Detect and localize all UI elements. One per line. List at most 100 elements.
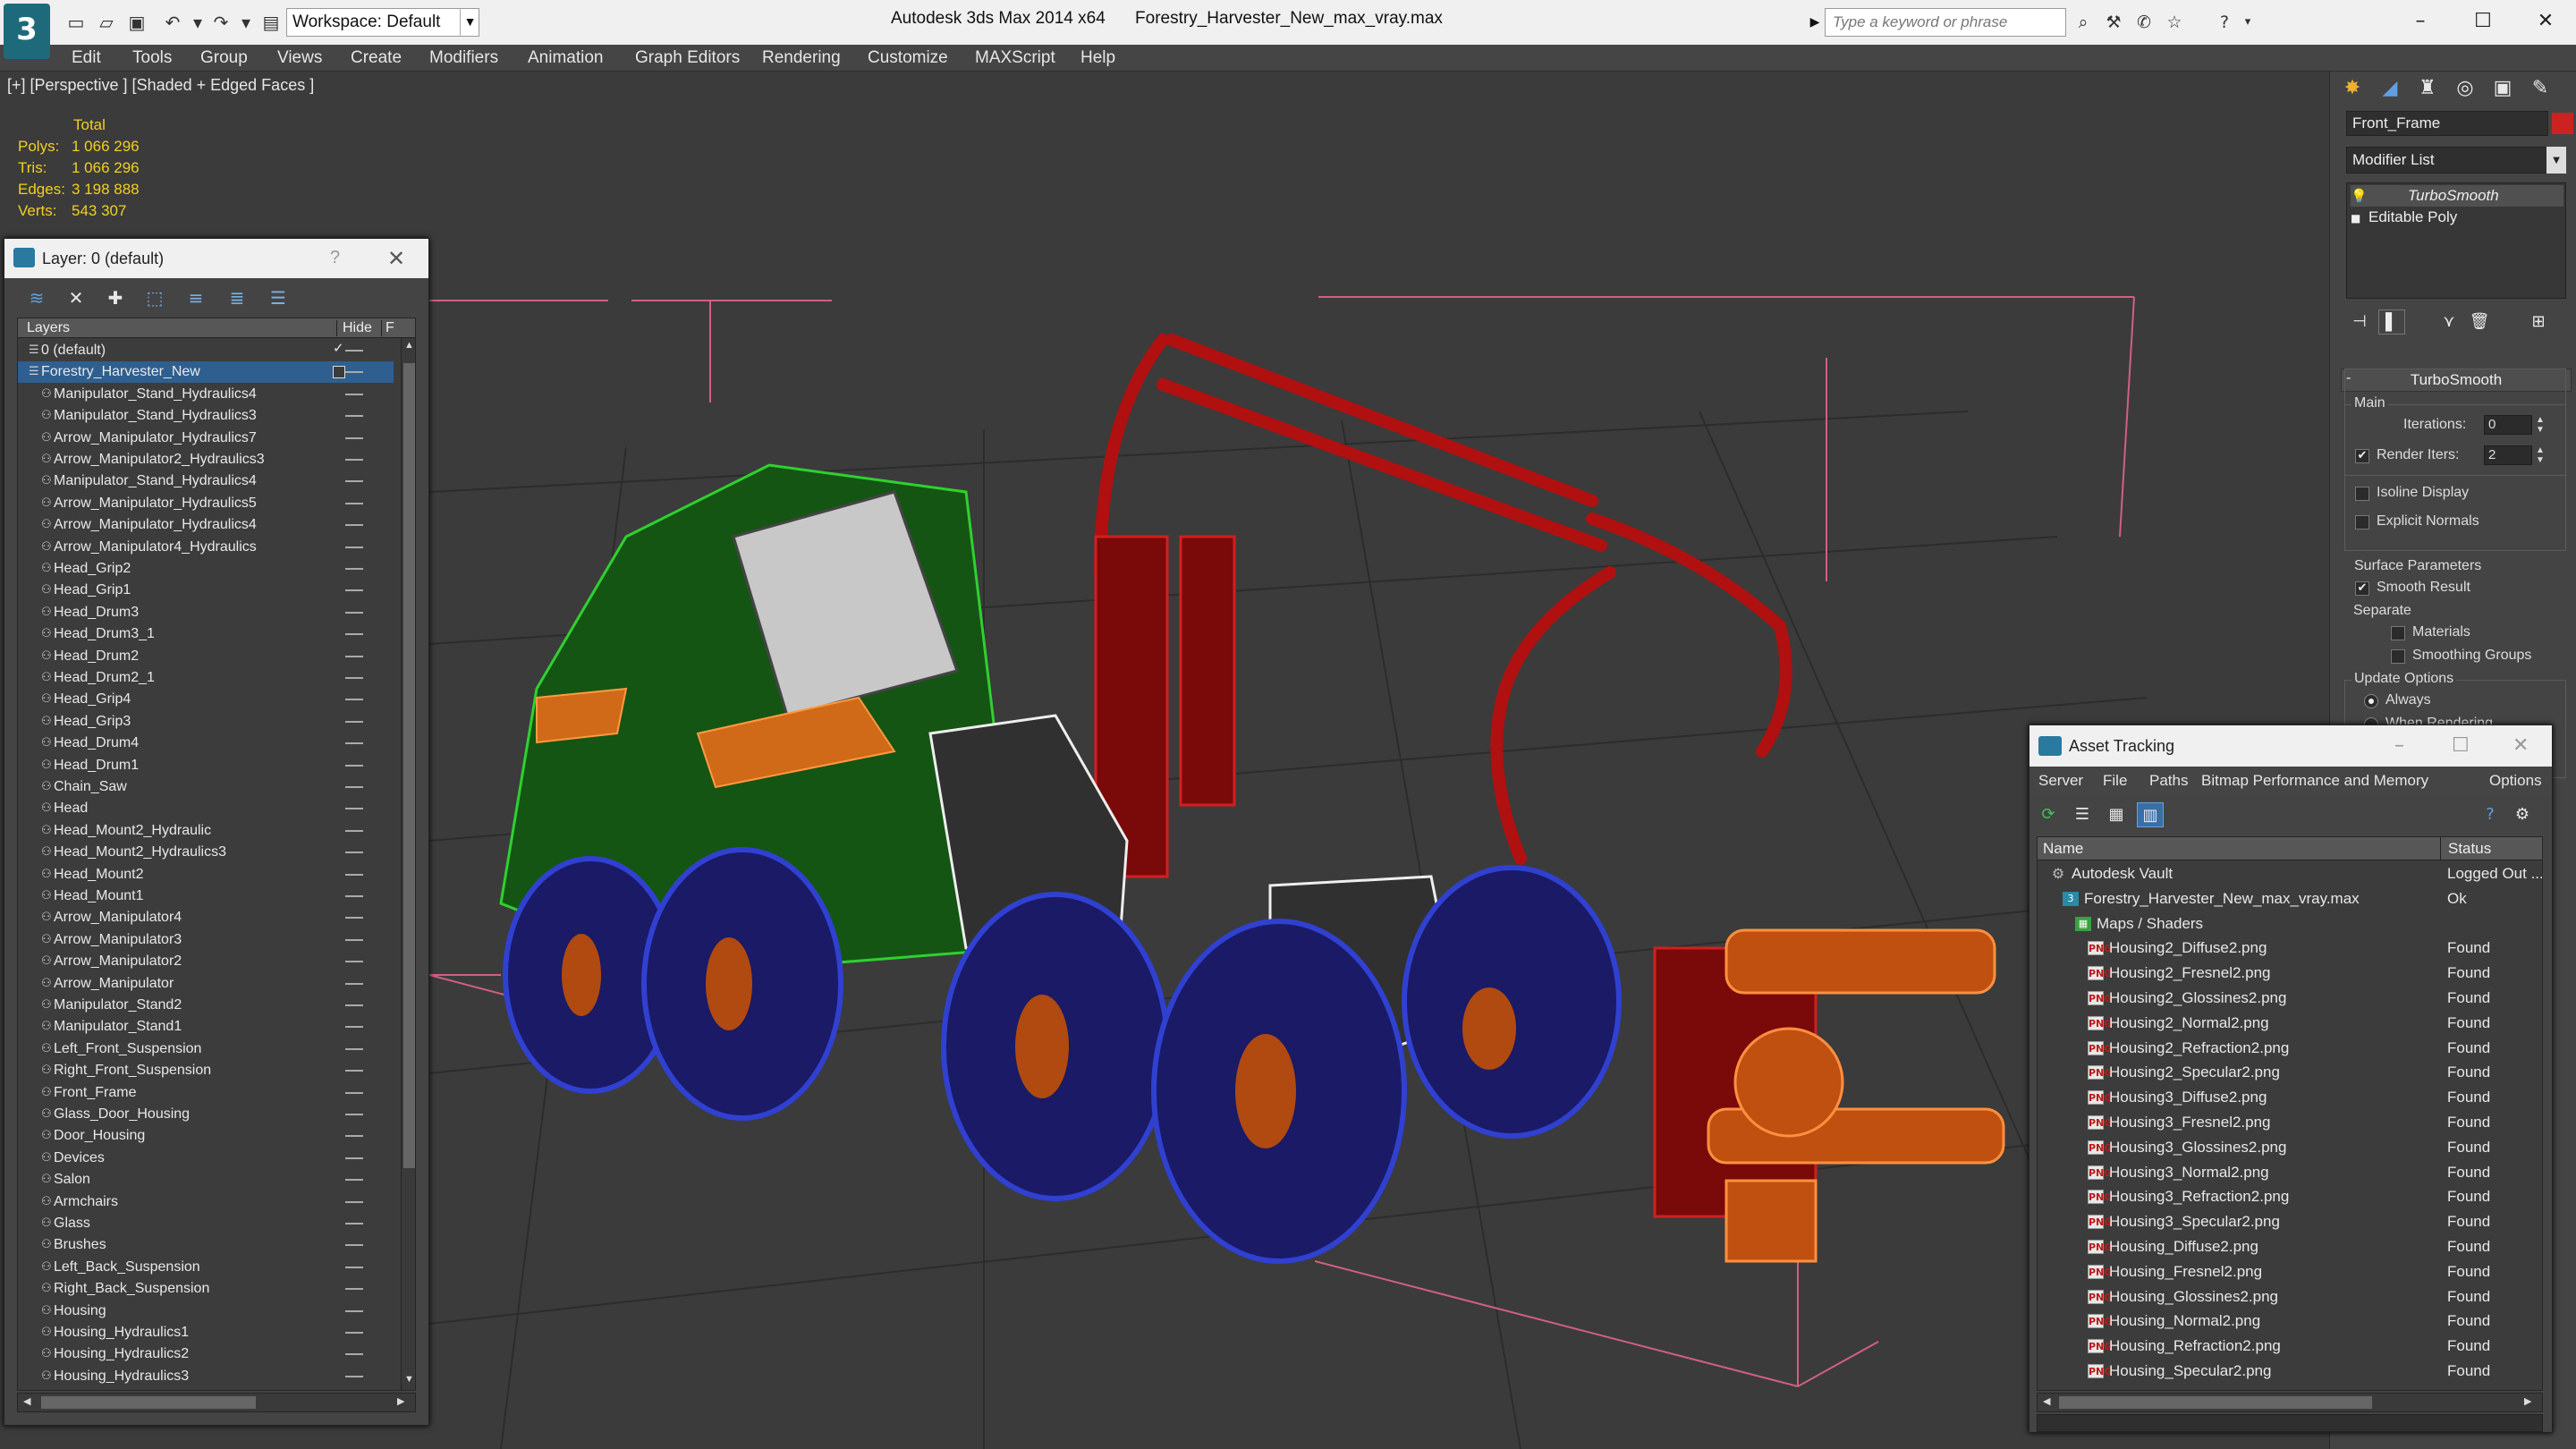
hide-toggle[interactable] [345,1026,363,1029]
menu-bitmap-performance[interactable]: Bitmap Performance and Memory [2201,772,2428,790]
modify-tab-icon[interactable]: ◢ [2375,73,2405,104]
layer-row[interactable]: ⚇ Head_Mount1 [18,886,394,907]
hide-toggle[interactable] [345,1332,363,1334]
menu-graph-editors[interactable]: Graph Editors [635,48,740,68]
settings-gear-icon[interactable]: ⚙ [2509,802,2536,827]
layer-row[interactable]: ⚇ Head_Drum2 [18,646,394,667]
column-status[interactable]: Status [2440,837,2491,860]
layer-row[interactable]: ⚇ Manipulator_Stand_Hydraulics4 [18,470,394,492]
menu-options[interactable]: Options [2489,772,2542,790]
subscription-icon[interactable]: ⚒ [2102,11,2125,34]
viewport-label-menu[interactable]: [+] [Perspective ] [Shaded + Edged Faces… [7,76,314,95]
hide-toggle[interactable] [345,1223,363,1224]
help-icon[interactable]: ? [2477,802,2504,827]
layer-row[interactable]: ⚇ Arrow_Manipulator2 [18,951,394,972]
layer-row[interactable]: ⚇ Left_Front_Suspension [18,1038,394,1060]
asset-row[interactable]: ⚙ Autodesk Vault Logged Out ... [2038,862,2542,886]
layer-row[interactable]: ☰ Forestry_Harvester_New [18,361,394,384]
layer-row[interactable]: ⚇ Arrow_Manipulator4 [18,907,394,928]
asset-row[interactable]: PNG Housing2_Specular2.png Found [2038,1061,2542,1084]
asset-row[interactable]: PNG Housing3_Fresnel2.png Found [2038,1111,2542,1134]
layer-row[interactable]: ⚇ Housing_Hydraulics2 [18,1343,394,1365]
layer-row[interactable]: ⚇ Arrow_Manipulator2_Hydraulics3 [18,449,394,470]
layer-row[interactable]: ⚇Housing_Hydraulics4 [18,1387,394,1390]
hide-toggle[interactable] [345,350,363,352]
object-color-swatch[interactable] [2552,113,2573,134]
grid-view-icon[interactable]: ▥ [2137,802,2164,827]
active-layer-check-icon[interactable]: ✓ [333,340,344,356]
layer-row[interactable]: ☰ 0 (default) ✓ [18,340,394,361]
configure-modifier-sets-icon[interactable]: ⊞ [2525,309,2552,335]
communication-icon[interactable]: ✆ [2132,11,2156,34]
asset-row[interactable]: ▦ Maps / Shaders [2038,912,2542,936]
asset-row[interactable]: PNG Housing_Diffuse2.png Found [2038,1235,2542,1258]
hide-toggle[interactable] [345,1070,363,1072]
hide-toggle[interactable] [345,655,363,657]
hide-toggle[interactable] [345,1004,363,1006]
asset-row[interactable]: PNG Housing2_Diffuse2.png Found [2038,936,2542,960]
hide-toggle[interactable] [345,895,363,897]
hide-toggle[interactable] [345,852,363,854]
layer-row[interactable]: ⚇ Right_Front_Suspension [18,1060,394,1081]
layer-row[interactable]: ⚇ Arrow_Manipulator4_Hydraulics [18,537,394,558]
motion-tab-icon[interactable]: ◎ [2450,73,2480,104]
expand-plus-icon[interactable]: ■ [2351,212,2368,225]
asset-horizontal-scrollbar[interactable]: ◀ ▶ [2037,1393,2543,1412]
dialog-title-bar[interactable]: Asset Tracking – ☐ ✕ [2029,725,2552,767]
hide-toggle[interactable] [345,742,363,745]
help-icon[interactable]: ? [330,248,340,268]
menu-animation[interactable]: Animation [528,48,604,68]
layer-row[interactable]: ⚇ Manipulator_Stand1 [18,1016,394,1038]
explicit-normals-checkbox[interactable] [2355,515,2369,530]
hide-toggle[interactable] [345,1353,363,1356]
refresh-icon[interactable]: ⟳ [2035,802,2062,827]
hide-toggle[interactable] [345,1114,363,1115]
layer-row[interactable]: ⚇ Head_Grip1 [18,580,394,601]
layer-row[interactable]: ⚇ Front_Frame [18,1082,394,1104]
hide-toggle[interactable] [345,938,363,941]
dialog-title-bar[interactable]: Layer: 0 (default) ? ✕ [4,239,428,278]
layer-row[interactable]: ⚇ Right_Back_Suspension [18,1278,394,1300]
menu-modifiers[interactable]: Modifiers [429,48,498,68]
workspace-dropdown[interactable]: Workspace: Default [286,8,479,37]
asset-row[interactable]: PNG Housing3_Glossines2.png Found [2038,1136,2542,1159]
display-tab-icon[interactable]: ▣ [2487,73,2518,104]
hide-toggle[interactable] [345,568,363,570]
layer-row[interactable]: ⚇ Arrow_Manipulator3 [18,929,394,951]
layer-row[interactable]: ⚇ Head_Drum2_1 [18,667,394,689]
chevron-down-icon[interactable]: ▼ [2546,147,2566,174]
create-layer-icon[interactable]: ≋ [22,285,51,310]
hide-toggle[interactable] [345,1266,363,1268]
layer-row[interactable]: ⚇ Arrow_Manipulator [18,973,394,995]
help-dropdown-icon[interactable]: ▾ [2236,11,2259,34]
isoline-display-checkbox[interactable] [2355,487,2369,501]
layer-row[interactable]: ⚇ Devices [18,1148,394,1169]
search-expand-icon[interactable]: ▶ [1805,8,1825,37]
hide-toggle[interactable] [345,873,363,876]
layer-row[interactable]: ⚇ Manipulator_Stand_Hydraulics4 [18,384,394,405]
layer-row[interactable]: ⚇ Head_Grip3 [18,711,394,733]
hide-toggle[interactable] [345,589,363,592]
layer-row[interactable]: ⚇ Head_Drum3_1 [18,623,394,645]
redo-icon[interactable]: ↷ [209,11,233,34]
layer-row[interactable]: ⚇ Head_Drum3 [18,602,394,623]
pin-stack-icon[interactable]: ⊣ [2346,309,2373,335]
add-to-layer-icon[interactable]: ✚ [101,285,130,310]
menu-paths[interactable]: Paths [2149,772,2188,790]
asset-row[interactable]: PNG Housing_Glossines2.png Found [2038,1285,2542,1309]
column-layers[interactable]: Layers [27,320,70,336]
minimize-icon[interactable]: – [2394,734,2404,757]
save-icon[interactable]: ▣ [125,11,148,34]
menu-file[interactable]: File [2103,772,2127,790]
hide-toggle[interactable] [345,786,363,788]
layer-row[interactable]: ⚇ Arrow_Manipulator_Hydraulics4 [18,514,394,536]
hide-toggle[interactable] [345,720,363,723]
hide-toggle[interactable] [345,459,363,461]
favorites-star-icon[interactable]: ☆ [2163,11,2186,34]
hide-toggle[interactable] [345,1179,363,1182]
menu-views[interactable]: Views [277,48,322,68]
layer-row[interactable]: ⚇ Head_Mount2_Hydraulics3 [18,842,394,863]
close-icon[interactable]: ✕ [2512,734,2529,757]
hide-toggle[interactable] [345,415,363,418]
remove-modifier-icon[interactable]: 🗑 [2466,309,2493,335]
